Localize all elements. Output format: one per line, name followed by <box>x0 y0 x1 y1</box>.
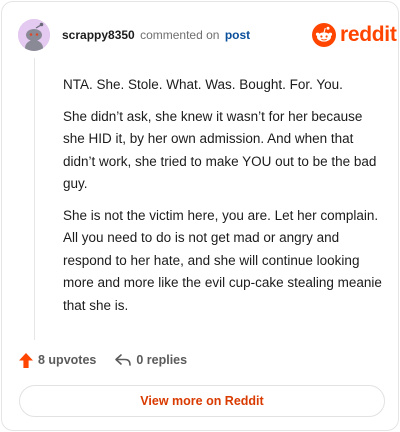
upvote-count: 8 upvotes <box>38 353 97 367</box>
comment-paragraph: NTA. She. Stole. What. Was. Bought. For.… <box>63 77 343 92</box>
reddit-wordmark: reddit <box>340 23 397 46</box>
commented-on-text: commented on <box>140 28 220 42</box>
comment-body: NTA. She. Stole. What. Was. Bought. For.… <box>63 74 383 326</box>
post-link[interactable]: post <box>225 28 250 42</box>
comment-paragraph: She didn’t ask, she knew it wasn’t for h… <box>63 108 377 192</box>
comment-paragraph: She is not the victim here, you are. Let… <box>63 207 382 313</box>
username[interactable]: scrappy8350 <box>62 28 135 42</box>
reply-button[interactable]: 0 replies <box>114 353 187 367</box>
comment-header: scrappy8350 commented on post <box>62 28 250 42</box>
reply-arrow-icon <box>115 354 132 366</box>
reddit-alien-icon <box>312 23 336 47</box>
comment-actions: 8 upvotes 0 replies <box>18 350 187 370</box>
upvote-button[interactable]: 8 upvotes <box>18 352 96 369</box>
comment-card: scrappy8350 commented on post reddit NTA… <box>1 1 399 431</box>
view-more-button[interactable]: View more on Reddit <box>19 385 385 417</box>
reddit-brand[interactable]: reddit <box>312 22 397 48</box>
thread-line[interactable] <box>34 58 35 340</box>
reply-count: 0 replies <box>136 353 188 367</box>
upvote-arrow-icon <box>19 352 33 368</box>
snoo-avatar-icon <box>18 19 50 51</box>
avatar[interactable] <box>18 19 50 51</box>
